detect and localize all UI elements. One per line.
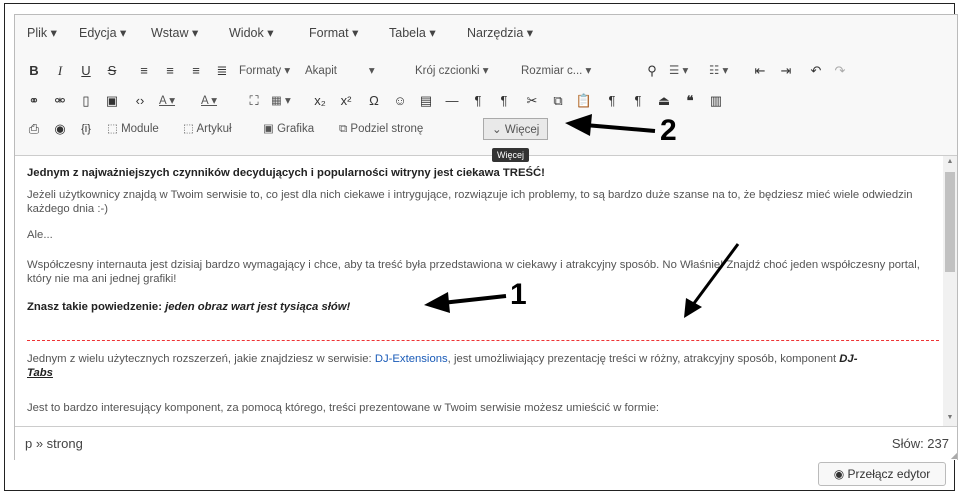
more-tooltip: Więcej — [492, 148, 530, 162]
image-icon[interactable]: ▣ — [103, 91, 121, 111]
copy-icon[interactable]: ⧉ — [549, 91, 567, 111]
paragraph-5: Znasz takie powiedzenie: jeden obraz war… — [27, 300, 937, 314]
article-button[interactable]: ⬚ Artykuł — [183, 118, 232, 140]
word-count: Słów: 237 — [891, 436, 949, 451]
bullet-list-icon[interactable]: ☰ ▾ — [669, 61, 688, 81]
menubar: Plik ▾ Edycja ▾ Wstaw ▾ Widok ▾ Format ▾… — [15, 15, 957, 49]
code-icon[interactable]: ‹› — [131, 91, 149, 111]
paragraph-5-quote: jeden obraz wart jest tysiąca słów! — [165, 301, 351, 313]
paragraph-dropdown[interactable]: Akapit ▾ — [305, 61, 375, 81]
background-color-icon[interactable]: A ▾ — [201, 91, 217, 111]
link-icon[interactable]: ⚭ — [25, 91, 43, 111]
outdent-icon[interactable]: ⇤ — [751, 61, 769, 81]
paragraph-3: Ale... — [27, 229, 53, 241]
menu-format[interactable]: Format ▾ — [309, 25, 358, 40]
numbered-list-icon[interactable]: ☷ ▾ — [709, 61, 728, 81]
align-right-icon[interactable]: ≡ — [187, 61, 205, 81]
unlink-icon[interactable]: ⚮ — [51, 91, 69, 111]
menu-plik[interactable]: Plik ▾ — [27, 25, 57, 40]
statusbar: p » strong Słów: 237 ◢ — [15, 426, 957, 460]
code-sample-icon[interactable]: {i} — [77, 119, 95, 139]
bold-button[interactable]: B — [25, 61, 43, 81]
scroll-up-icon[interactable]: ▲ — [943, 158, 957, 165]
toggle-editor-button[interactable]: ◉ Przełącz edytor — [818, 462, 946, 486]
align-center-icon[interactable]: ≡ — [161, 61, 179, 81]
dj-extensions-link[interactable]: DJ-Extensions — [375, 353, 448, 365]
toolbar: B I U S ≡ ≡ ≡ ≣ Formaty ▾ Akapit ▾ Krój … — [15, 49, 957, 156]
print-icon[interactable]: ⎙ — [25, 119, 43, 139]
readmore-separator — [27, 340, 939, 341]
indent-icon[interactable]: ⇥ — [777, 61, 795, 81]
menu-widok[interactable]: Widok ▾ — [229, 25, 273, 40]
module-button[interactable]: ⬚ Module — [107, 118, 159, 140]
superscript-icon[interactable]: x² — [337, 91, 355, 111]
text-color-icon[interactable]: A ▾ — [159, 91, 175, 111]
special-char-icon[interactable]: Ω — [365, 91, 383, 111]
paragraph-5-lead: Znasz takie powiedzenie: — [27, 301, 166, 313]
menu-tabela[interactable]: Tabela ▾ — [389, 25, 436, 40]
insert-datetime-icon[interactable]: ⏏ — [655, 91, 673, 111]
redo-icon[interactable]: ↷ — [831, 61, 849, 81]
paragraph-2: Jeżeli użytkownicy znajdą w Twoim serwis… — [27, 189, 913, 215]
paragraph-6: Jednym z wielu użytecznych rozszerzeń, j… — [27, 353, 858, 379]
editor-content[interactable]: Jednym z najważniejszych czynników decyd… — [15, 156, 943, 426]
resize-grip-icon[interactable]: ◢ — [951, 451, 957, 460]
menu-edycja[interactable]: Edycja ▾ — [79, 25, 126, 40]
strikethrough-button[interactable]: S — [103, 61, 121, 81]
underline-button[interactable]: U — [77, 61, 95, 81]
pagebreak-button[interactable]: ⧉ Podziel stronę — [339, 118, 423, 140]
paste-icon[interactable]: 📋 — [575, 91, 593, 111]
readmore-button[interactable]: ⌄ Więcej — [483, 118, 549, 140]
fullscreen-icon[interactable]: ⛶ — [245, 91, 263, 111]
scroll-thumb[interactable] — [945, 172, 955, 272]
preview-icon[interactable]: ◉ — [51, 119, 69, 139]
content-scrollbar[interactable]: ▲ ▼ — [943, 156, 957, 426]
menu-narzedzia[interactable]: Narzędzia ▾ — [467, 25, 533, 40]
horizontal-rule-icon[interactable]: — — [443, 91, 461, 111]
annotation-number-1: 1 — [510, 278, 527, 311]
annotation-number-2: 2 — [660, 114, 677, 147]
paragraph-4: Współczesny internauta jest dzisiaj bard… — [27, 259, 920, 285]
font-family-dropdown[interactable]: Krój czcionki ▾ — [415, 61, 489, 81]
find-replace-icon[interactable]: ⚲ — [643, 61, 661, 81]
template-icon[interactable]: ▥ — [707, 91, 725, 111]
bookmark-icon[interactable]: ▯ — [77, 91, 95, 111]
image-button[interactable]: ▣ Grafika — [263, 118, 314, 140]
ltr-icon[interactable]: ¶ — [469, 91, 487, 111]
visual-chars-icon[interactable]: ¶ — [603, 91, 621, 111]
menu-wstaw[interactable]: Wstaw ▾ — [151, 25, 198, 40]
undo-icon[interactable]: ↶ — [807, 61, 825, 81]
emoticon-icon[interactable]: ☺ — [391, 91, 409, 111]
table-icon[interactable]: ▦ ▾ — [271, 91, 291, 111]
align-left-icon[interactable]: ≡ — [135, 61, 153, 81]
formats-dropdown[interactable]: Formaty ▾ — [239, 61, 290, 81]
blockquote-icon[interactable]: ❝ — [681, 91, 699, 111]
font-size-dropdown[interactable]: Rozmiar c... ▾ — [521, 61, 591, 81]
media-icon[interactable]: ▤ — [417, 91, 435, 111]
paragraph-1: Jednym z najważniejszych czynników decyd… — [27, 167, 545, 179]
rtl-icon[interactable]: ¶ — [495, 91, 513, 111]
rich-text-editor: Plik ▾ Edycja ▾ Wstaw ▾ Widok ▾ Format ▾… — [14, 14, 958, 460]
subscript-icon[interactable]: x₂ — [311, 91, 329, 111]
scroll-down-icon[interactable]: ▼ — [943, 414, 957, 421]
nonbreaking-icon[interactable]: ¶ — [629, 91, 647, 111]
paragraph-7: Jest to bardzo interesujący komponent, z… — [27, 402, 660, 414]
italic-button[interactable]: I — [51, 61, 69, 81]
cut-icon[interactable]: ✂ — [523, 91, 541, 111]
align-justify-icon[interactable]: ≣ — [213, 61, 231, 81]
element-path[interactable]: p » strong — [25, 436, 83, 451]
